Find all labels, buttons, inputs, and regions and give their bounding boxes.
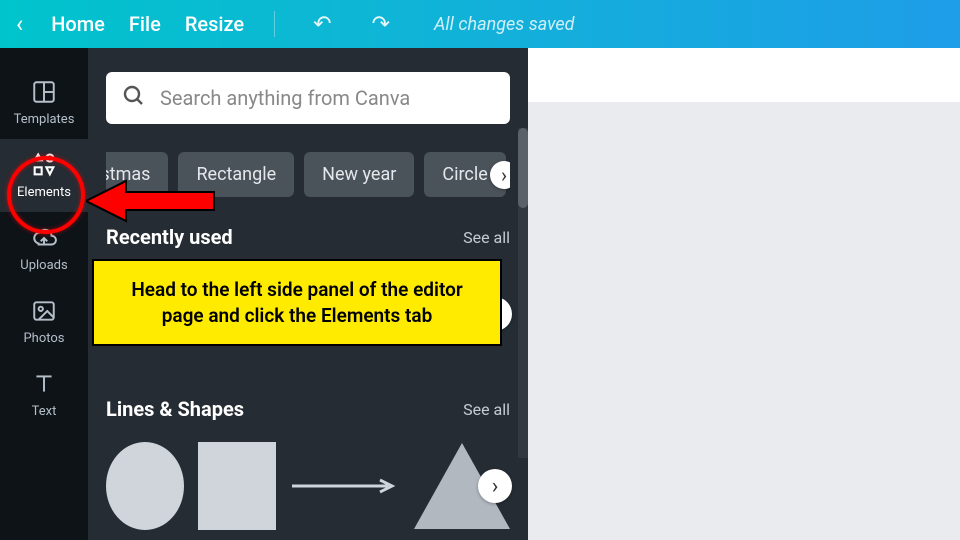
sidebar-text[interactable]: Text — [0, 358, 88, 431]
section-lines-head: Lines & Shapes See all — [106, 397, 510, 421]
see-all-link[interactable]: See all — [463, 228, 510, 247]
separator — [274, 11, 275, 37]
photos-icon — [30, 297, 58, 325]
sidebar-label: Text — [32, 404, 57, 419]
home-menu[interactable]: Home — [51, 12, 105, 36]
canvas-top-strip — [528, 48, 960, 102]
sidebar-templates[interactable]: Templates — [0, 66, 88, 139]
sidebar: Templates Elements Uploads Photos Text — [0, 48, 88, 540]
shape-square[interactable] — [198, 442, 276, 530]
shapes-next-button[interactable]: › — [478, 469, 512, 503]
sidebar-label: Templates — [14, 112, 75, 127]
search-icon — [122, 84, 146, 112]
redo-button[interactable]: ↷ — [364, 12, 398, 37]
shapes-row: › — [106, 439, 510, 533]
instruction-callout: Head to the left side panel of the edito… — [92, 259, 502, 346]
annotation-circle — [7, 156, 85, 234]
canvas-area — [528, 48, 960, 540]
undo-button[interactable]: ↶ — [305, 12, 339, 37]
sidebar-photos[interactable]: Photos — [0, 285, 88, 358]
top-toolbar: ‹ Home File Resize ↶ ↷ All changes saved — [0, 0, 960, 48]
annotation-arrow-icon — [86, 176, 216, 230]
shape-line-arrow[interactable] — [290, 476, 400, 496]
resize-menu[interactable]: Resize — [185, 12, 244, 36]
recent-body: › Head to the left side panel of the edi… — [106, 259, 510, 369]
search-box[interactable] — [106, 72, 510, 124]
file-menu[interactable]: File — [129, 12, 161, 36]
panel-scrollbar[interactable] — [518, 128, 528, 458]
chip-newyear[interactable]: New year — [304, 152, 414, 197]
scroll-thumb[interactable] — [518, 128, 528, 208]
sidebar-label: Uploads — [20, 258, 67, 273]
elements-panel: hristmas Rectangle New year Circle › Rec… — [88, 48, 528, 540]
back-button[interactable]: ‹ — [12, 10, 27, 38]
section-title: Lines & Shapes — [106, 397, 244, 421]
see-all-link[interactable]: See all — [463, 400, 510, 419]
chips-next-button[interactable]: › — [490, 161, 510, 189]
sidebar-label: Photos — [23, 331, 64, 346]
search-input[interactable] — [160, 86, 494, 110]
save-status: All changes saved — [434, 14, 575, 35]
text-icon — [30, 370, 58, 398]
templates-icon — [30, 78, 58, 106]
shape-circle[interactable] — [106, 442, 184, 530]
